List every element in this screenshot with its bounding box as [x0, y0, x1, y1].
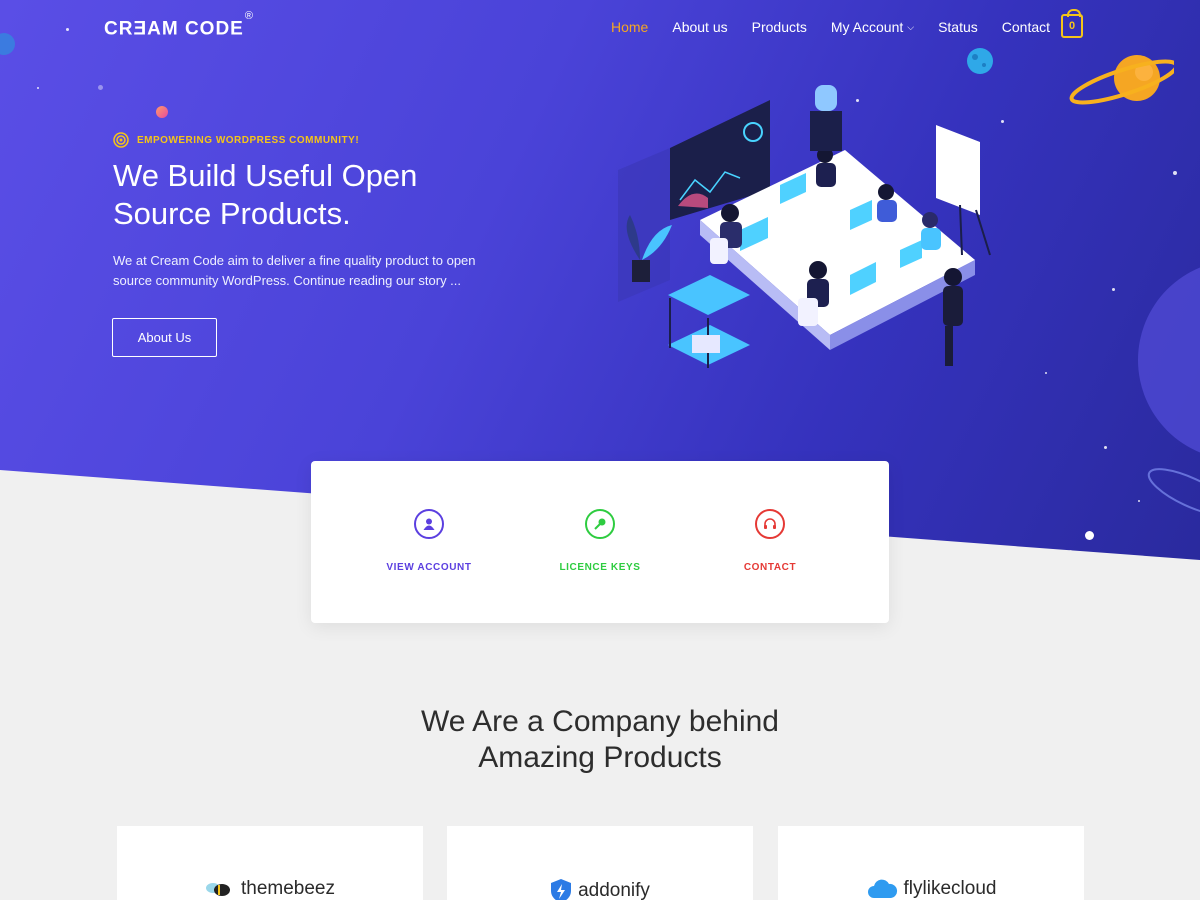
cart-count: 0	[1068, 20, 1076, 32]
headset-icon	[755, 509, 785, 539]
user-icon	[414, 509, 444, 539]
themebeez-logo: themebeez	[117, 878, 423, 900]
top-navigation: CRƎAM CODE® Home About us Products My Ac…	[0, 0, 1200, 56]
nav-products[interactable]: Products	[752, 19, 807, 35]
cloud-icon	[867, 879, 897, 898]
licence-keys-label: LICENCE KEYS	[559, 562, 641, 573]
contact-label: CONTACT	[743, 562, 797, 573]
bee-icon	[205, 883, 230, 896]
addonify-name: addonify	[578, 880, 650, 900]
chevron-down-icon: ⌵	[907, 21, 915, 32]
addonify-logo: addonify	[447, 878, 753, 900]
section-title-line-2: Amazing Products	[478, 741, 722, 774]
contact-link[interactable]: CONTACT	[700, 509, 840, 573]
nav-status[interactable]: Status	[938, 19, 978, 35]
flylikecloud-name: flylikecloud	[903, 878, 997, 899]
about-us-button[interactable]: About Us	[112, 318, 217, 357]
brand-card-themebeez[interactable]: themebeez	[117, 826, 423, 900]
hero-title-line-1: We Build Useful Open	[113, 158, 418, 193]
nav-home[interactable]: Home	[611, 19, 648, 35]
view-account-link[interactable]: VIEW ACCOUNT	[359, 509, 499, 573]
brand-card-addonify[interactable]: addonify	[447, 826, 753, 900]
target-icon	[113, 132, 129, 148]
ring-decoration-icon	[1147, 468, 1200, 516]
licence-keys-link[interactable]: LICENCE KEYS	[530, 509, 670, 573]
cart-bag-icon[interactable]: 0	[1061, 9, 1083, 38]
hero-description: We at Cream Code aim to deliver a fine q…	[113, 253, 476, 288]
saturn-planet-icon	[1069, 55, 1174, 105]
hero-tagline: EMPOWERING WORDPRESS COMMUNITY!	[113, 132, 359, 148]
brand-card-flylikecloud[interactable]: flylikecloud	[778, 826, 1084, 900]
section-title-line-1: We Are a Company behind	[421, 705, 779, 738]
section-title: We Are a Company behind Amazing Products	[300, 704, 900, 776]
key-icon	[585, 509, 615, 539]
hero-title-line-2: Source Products.	[113, 196, 351, 231]
view-account-label: VIEW ACCOUNT	[386, 562, 472, 573]
lightning-shield-icon	[551, 879, 572, 900]
nav-my-account[interactable]: My Account ⌵	[831, 19, 914, 35]
hero-title: We Build Useful Open Source Products.	[113, 157, 533, 233]
team-meeting-illustration	[618, 85, 991, 368]
nav-about-us[interactable]: About us	[672, 19, 727, 35]
site-logo[interactable]: CRƎAM CODE®	[104, 10, 253, 40]
decorative-planet-blob	[1138, 260, 1200, 460]
themebeez-name: themebeez	[240, 878, 335, 899]
tagline-text: EMPOWERING WORDPRESS COMMUNITY!	[137, 134, 360, 146]
quick-links-card: VIEW ACCOUNT LICENCE KEYS CONTACT	[311, 461, 889, 623]
flylikecloud-logo: flylikecloud	[778, 878, 1084, 900]
nav-contact[interactable]: Contact	[1002, 19, 1050, 35]
small-planet-icon	[156, 106, 168, 118]
main-nav: Home About us Products My Account ⌵ Statu…	[611, 19, 1074, 35]
